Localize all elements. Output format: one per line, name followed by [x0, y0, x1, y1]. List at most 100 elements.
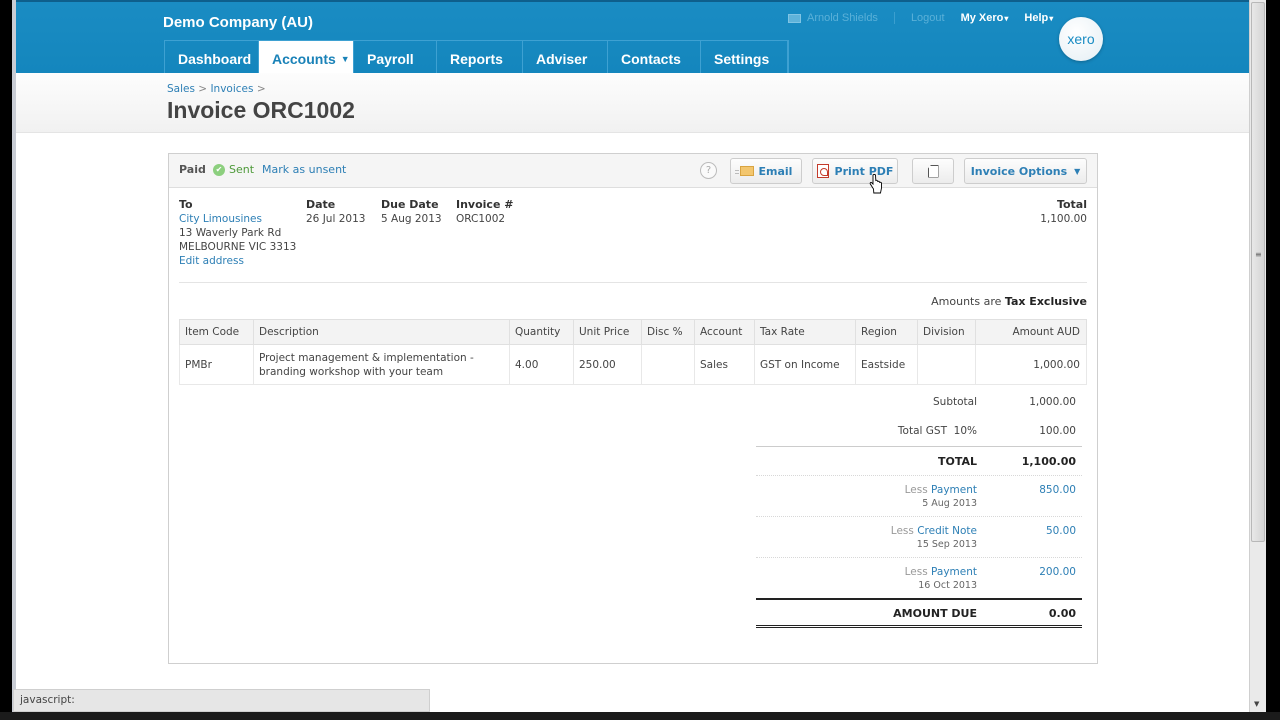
- help-label: Help: [1024, 12, 1049, 24]
- date-section: Date 26 Jul 2013: [306, 198, 365, 226]
- nav-label: Contacts: [621, 50, 681, 67]
- amount-due-label: AMOUNT DUE: [893, 607, 977, 620]
- payment-amount-link[interactable]: 850.00: [1039, 484, 1076, 496]
- mail-icon[interactable]: [788, 13, 801, 23]
- due-date-label: Due Date: [381, 198, 439, 211]
- column-header: Unit Price: [573, 319, 642, 345]
- invoice-total: 1,100.00: [1040, 213, 1087, 225]
- sent-label: Sent: [229, 163, 255, 176]
- vertical-scrollbar[interactable]: ≡ ▼: [1249, 0, 1266, 712]
- print-pdf-label: Print PDF: [834, 164, 894, 178]
- table-row[interactable]: PMBr Project management & implementation…: [179, 344, 1087, 385]
- mark-as-unsent-link[interactable]: Mark as unsent: [262, 163, 346, 176]
- line-items-table: Item Code Description Quantity Unit Pric…: [179, 319, 1087, 385]
- subtotal-value: 1,000.00: [1029, 396, 1076, 408]
- invoice-number-section: Invoice # ORC1002: [456, 198, 513, 226]
- total-row: TOTAL 1,100.00: [756, 446, 1082, 475]
- edit-address-link[interactable]: Edit address: [179, 254, 296, 268]
- table-header-row: Item Code Description Quantity Unit Pric…: [179, 319, 1087, 345]
- grip-icon: ≡: [1255, 250, 1262, 259]
- invoice-options-label: Invoice Options: [970, 164, 1068, 178]
- quantity-cell: 4.00: [509, 344, 574, 385]
- amounts-are-label: Amounts are: [931, 295, 1002, 308]
- tax-mode-value: Tax Exclusive: [1004, 295, 1087, 308]
- nav-label: Dashboard: [178, 50, 252, 67]
- column-header: Tax Rate: [754, 319, 856, 345]
- less-label: Less: [890, 525, 914, 537]
- print-pdf-button[interactable]: Print PDF: [812, 158, 898, 184]
- payment-amount-link[interactable]: 50.00: [1046, 525, 1076, 537]
- nav-payroll[interactable]: Payroll: [354, 41, 437, 76]
- breadcrumb-sales[interactable]: Sales: [167, 83, 195, 95]
- payment-amount-link[interactable]: 200.00: [1039, 566, 1076, 578]
- total-label: TOTAL: [937, 455, 977, 468]
- account-cell: Sales: [694, 344, 755, 385]
- invoice-options-button[interactable]: Invoice Options ▼: [964, 158, 1087, 184]
- scrollbar-thumb[interactable]: ≡: [1251, 2, 1265, 542]
- user-name-link[interactable]: Arnold Shields: [807, 12, 878, 24]
- gst-value: 100.00: [1039, 425, 1076, 437]
- nav-reports[interactable]: Reports: [437, 41, 523, 76]
- browser-status-bar: javascript:: [13, 689, 430, 712]
- nav-label: Settings: [714, 50, 770, 67]
- document-icon: [927, 164, 939, 178]
- status-badge: Paid: [179, 163, 206, 176]
- sent-status: ✔ Sent Mark as unsent: [213, 163, 346, 176]
- help-menu[interactable]: Help▾: [1024, 12, 1053, 24]
- taskbar-edge: [0, 712, 1280, 720]
- scroll-down-arrow-icon[interactable]: ▼: [1254, 700, 1259, 708]
- gst-row: Total GST 10% 100.00: [756, 417, 1082, 446]
- page-title: Invoice ORC1002: [167, 97, 355, 123]
- copy-button[interactable]: [912, 158, 954, 184]
- payment-row: Less Payment 5 Aug 2013 850.00: [756, 475, 1082, 516]
- less-label: Less: [904, 484, 928, 496]
- address-line-2: MELBOURNE VIC 3313: [179, 241, 297, 253]
- amount-due-value: 0.00: [1048, 607, 1076, 620]
- logout-link[interactable]: Logout: [911, 12, 945, 24]
- chevron-down-icon: ▼: [1074, 166, 1081, 176]
- breadcrumb-invoices[interactable]: Invoices: [210, 83, 253, 95]
- app-header: Demo Company (AU) Arnold Shields Logout …: [16, 0, 1249, 76]
- top-links: Arnold Shields Logout My Xero▾ Help▾: [788, 12, 1069, 24]
- invoice-number-label: Invoice #: [456, 198, 514, 211]
- xero-logo[interactable]: xero: [1059, 17, 1103, 61]
- nav-adviser[interactable]: Adviser: [523, 41, 608, 76]
- address-line-1: 13 Waverly Park Rd: [179, 227, 282, 239]
- to-section: To City Limousines 13 Waverly Park Rd ME…: [179, 198, 296, 268]
- payment-date: 15 Sep 2013: [916, 539, 977, 550]
- column-header: Amount AUD: [975, 319, 1087, 345]
- payment-link[interactable]: Payment: [931, 566, 977, 578]
- email-label: Email: [758, 164, 793, 178]
- envelope-icon: [734, 166, 754, 176]
- nav-contacts[interactable]: Contacts: [608, 41, 701, 76]
- breadcrumb-separator: >: [198, 83, 208, 95]
- amount-cell: 1,000.00: [975, 344, 1087, 385]
- nav-accounts[interactable]: Accounts ▼: [259, 41, 354, 76]
- payment-link[interactable]: Payment: [931, 484, 977, 496]
- caret-down-icon: ▾: [1049, 14, 1054, 23]
- divider: [893, 12, 895, 24]
- division-cell: [917, 344, 976, 385]
- item-code-cell: PMBr: [179, 344, 254, 385]
- help-icon[interactable]: ?: [700, 162, 717, 179]
- payment-date: 16 Oct 2013: [918, 580, 977, 591]
- description-cell: Project management & implementation - br…: [253, 344, 510, 385]
- contact-link[interactable]: City Limousines: [179, 212, 296, 226]
- date-label: Date: [306, 198, 336, 211]
- nav-label: Adviser: [536, 50, 588, 67]
- nav-settings[interactable]: Settings: [701, 41, 788, 76]
- column-header: Region: [855, 319, 918, 345]
- organisation-name[interactable]: Demo Company (AU): [163, 14, 313, 31]
- total-value: 1,100.00: [1021, 455, 1076, 468]
- my-xero-menu[interactable]: My Xero▾: [961, 12, 1009, 24]
- main-nav: Dashboard Accounts ▼ Payroll Reports Advi…: [164, 40, 789, 76]
- region-cell: Eastside: [855, 344, 918, 385]
- nav-dashboard[interactable]: Dashboard: [165, 41, 259, 76]
- payment-row: Less Credit Note 15 Sep 2013 50.00: [756, 516, 1082, 557]
- amount-due-row: AMOUNT DUE 0.00: [756, 598, 1082, 628]
- to-label: To: [179, 198, 193, 211]
- email-button[interactable]: Email: [730, 158, 802, 184]
- invoice-date: 26 Jul 2013: [306, 213, 366, 225]
- invoice-toolbar: Paid ✔ Sent Mark as unsent ? Email Print…: [169, 154, 1097, 194]
- credit-note-link[interactable]: Credit Note: [917, 525, 977, 537]
